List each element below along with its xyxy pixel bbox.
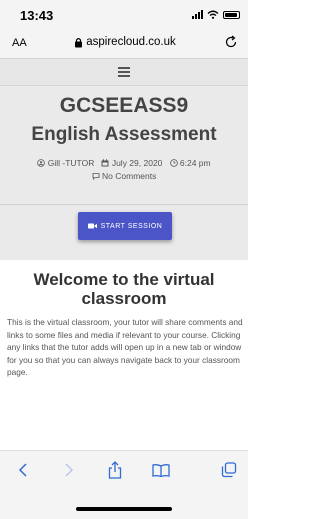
bookmarks-icon[interactable] [152,461,170,479]
browser-toolbar [0,450,248,519]
site-menu-bar [0,58,248,86]
address-bar[interactable]: AA aspirecloud.co.uk [0,30,248,58]
post-author-meta: Gill -TUTOR [37,158,96,168]
text-size-button[interactable]: AA [12,37,27,49]
calendar-icon [101,159,109,167]
comment-icon [92,173,100,180]
reload-icon[interactable] [224,35,238,49]
clock-icon [169,159,178,167]
home-indicator [76,507,172,511]
post-comments[interactable]: No Comments [102,171,156,181]
share-icon[interactable] [106,461,124,479]
url-text: aspirecloud.co.uk [86,36,176,48]
post-date-meta: July 29, 2020 [101,158,164,168]
lock-icon [75,37,83,47]
post-time: 6:24 pm [179,158,211,168]
post-meta: Gill -TUTOR July 29, 2020 6:24 pm No Com… [0,157,248,183]
post-date: July 29, 2020 [111,158,163,168]
welcome-heading: Welcome to the virtual classroom [33,270,215,308]
header-divider [0,204,248,205]
wifi-icon [207,10,219,19]
post-comments-meta[interactable]: No Comments [92,171,156,181]
start-session-button[interactable]: START SESSION [78,212,172,240]
status-time: 13:43 [20,8,54,23]
signal-icon [192,10,203,19]
page-title: English Assessment [31,124,217,145]
main-content: Welcome to the virtual classroom This is… [0,260,248,450]
battery-icon [223,10,240,19]
start-session-label: START SESSION [100,222,163,230]
phone-screen: 13:43 AA aspirecloud.co.uk GCSEEASS9 Eng… [0,0,248,519]
video-camera-icon [87,223,97,229]
site-title[interactable]: GCSEEASS9 [0,94,248,118]
hamburger-icon[interactable] [118,67,130,77]
status-bar: 13:43 [0,0,248,30]
url-field[interactable]: aspirecloud.co.uk [60,36,190,48]
post-time-meta: 6:24 pm [169,158,211,168]
welcome-paragraph: This is the virtual classroom, your tuto… [7,317,243,377]
post-author[interactable]: Gill -TUTOR [48,158,95,168]
back-icon[interactable] [14,461,32,479]
status-icons [192,10,240,19]
tabs-icon[interactable] [220,461,238,479]
forward-icon[interactable] [60,461,78,479]
user-icon [37,159,46,167]
